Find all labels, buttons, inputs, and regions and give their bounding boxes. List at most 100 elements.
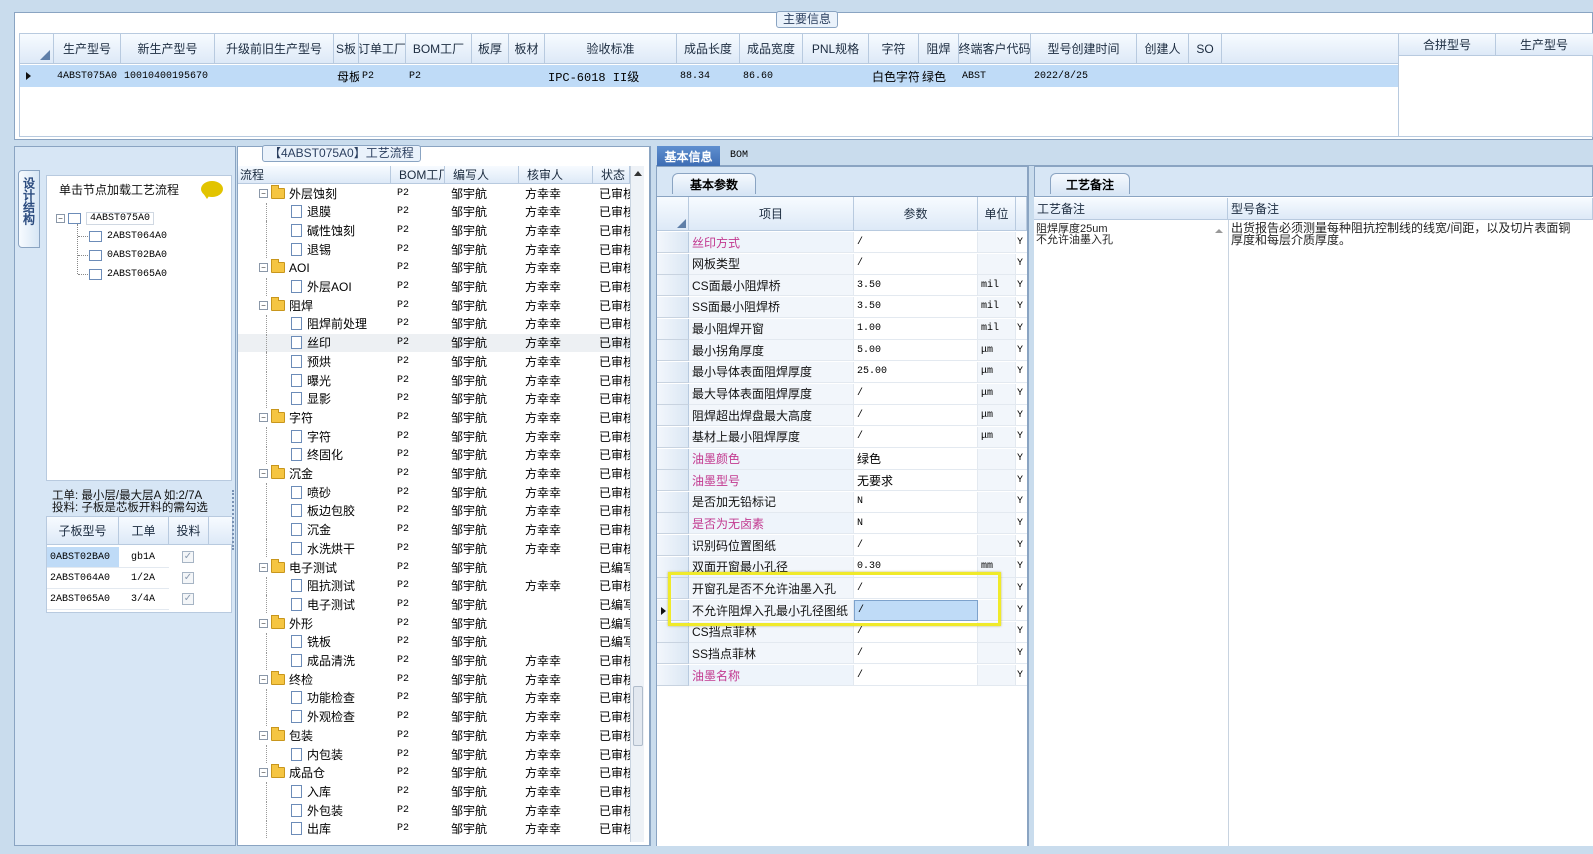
param-value-cell[interactable]: /	[854, 253, 978, 275]
feed-checkbox[interactable]: ✓	[182, 593, 194, 605]
row-cell[interactable]: ABST	[959, 65, 1031, 87]
tree-root[interactable]: − 4ABST075A0	[56, 210, 155, 226]
flow-node[interactable]: 碱性蚀刻	[238, 221, 391, 240]
tree-node[interactable]: 2ABST065A0	[89, 267, 167, 282]
flow-node[interactable]: 功能检查	[238, 688, 391, 707]
flow-node[interactable]: 阻焊前处理	[238, 314, 391, 333]
basic-params-grid[interactable]: 项目 参数 单位 丝印方式 / Y 网板类型 / Y CS面最小阻焊桥 3.50 mil Y SS面最小阻…	[657, 196, 1027, 846]
collapse-icon[interactable]: −	[259, 768, 268, 778]
tab-basic-params[interactable]: 基本参数	[672, 173, 756, 194]
row-cell[interactable]: 2022/8/25	[1031, 65, 1137, 87]
row-cell[interactable]: 86.60	[740, 65, 803, 87]
flow-node[interactable]: − 外层蚀刻	[238, 184, 391, 202]
param-value-cell[interactable]: 3.50	[854, 275, 978, 297]
flow-node[interactable]: 终固化	[238, 445, 391, 464]
collapse-icon[interactable]: −	[259, 469, 268, 478]
param-value-cell[interactable]: /	[854, 426, 978, 448]
flow-node[interactable]: 字符	[238, 427, 391, 446]
flow-node[interactable]: 外层AOI	[238, 277, 391, 296]
flow-node[interactable]: − 成品仓	[238, 764, 391, 782]
sub-board-grid[interactable]: 子板型号 工单 投料 0ABST02BA0 gb1A ✓ 2ABST064A0 1/2A ✓ 2A…	[46, 516, 233, 613]
collapse-icon[interactable]: −	[259, 300, 268, 310]
process-remark-text[interactable]: 阻焊厚度25um 不允许油墨入孔	[1036, 224, 1216, 524]
row-cell[interactable]: P2	[406, 65, 472, 87]
row-cell[interactable]	[215, 65, 334, 87]
flow-node[interactable]: 阻抗测试	[238, 576, 391, 595]
vertical-tab-design-structure[interactable]: 设计结构	[18, 170, 40, 248]
flow-scrollbar[interactable]	[630, 166, 644, 842]
flow-node[interactable]: 外观检查	[238, 707, 391, 726]
merge-model-grid[interactable]: 合拼型号 生产型号	[1398, 33, 1593, 137]
row-cell[interactable]	[472, 65, 509, 87]
flow-node[interactable]: − 阻焊	[238, 296, 391, 314]
flow-node[interactable]: − 包装	[238, 726, 391, 744]
tree-node[interactable]: 0ABST02BA0	[89, 248, 167, 263]
tab-basic-info[interactable]: 基本信息	[657, 146, 720, 166]
row-cell[interactable]	[1137, 65, 1189, 87]
row-cell[interactable]	[509, 65, 545, 87]
flow-node[interactable]: 水洗烘干	[238, 539, 391, 558]
row-cell[interactable]: 绿色	[919, 65, 959, 87]
param-value-cell[interactable]: 绿色	[854, 448, 978, 470]
param-value-cell[interactable]: 3.50	[854, 296, 978, 318]
tab-process-remarks[interactable]: 工艺备注	[1050, 173, 1130, 194]
param-value-cell[interactable]: N	[854, 491, 978, 513]
remark-scroll-up[interactable]	[1215, 229, 1223, 233]
row-cell[interactable]: 母板	[334, 65, 359, 87]
flow-node[interactable]: 电子测试	[238, 595, 391, 614]
left-splitter[interactable]	[232, 490, 236, 550]
tab-bom[interactable]: BOM	[730, 150, 748, 161]
param-value-cell[interactable]: /	[854, 232, 978, 253]
collapse-icon[interactable]: −	[259, 263, 268, 273]
param-value-cell[interactable]: /	[854, 665, 978, 686]
tree-node[interactable]: 2ABST064A0	[89, 229, 167, 244]
main-info-grid[interactable]: 生产型号 新生产型号 升级前旧生产型号 S板 订单工厂 BOM工厂 板厚 板材 验收标准 成品长度…	[19, 33, 1400, 137]
flow-node[interactable]: 外包装	[238, 801, 391, 820]
flow-node[interactable]: − 沉金	[238, 465, 391, 483]
sub-order-cell[interactable]: gb1A	[119, 547, 169, 568]
collapse-icon[interactable]: −	[259, 730, 268, 740]
flow-node[interactable]: 预烘	[238, 352, 391, 371]
param-value-cell[interactable]: 无要求	[854, 470, 978, 492]
flow-node[interactable]: 内包装	[238, 745, 391, 763]
flow-node[interactable]: 退锡	[238, 240, 391, 259]
row-cell[interactable]: 10010400195670	[121, 65, 215, 87]
row-cell[interactable]: 4ABST075A0	[54, 65, 121, 87]
flow-node[interactable]: 出库	[238, 819, 391, 838]
flow-grid[interactable]: 流程BOM工厂编写人核审人状态−外层蚀刻P2邹宇航方幸幸已审核退膜P2邹宇航方幸…	[238, 166, 630, 842]
param-value-cell[interactable]: /	[854, 383, 978, 405]
row-cell[interactable]: IPC-6018 II级	[545, 65, 677, 87]
param-value-cell[interactable]: /	[854, 405, 978, 427]
scroll-thumb[interactable]	[633, 686, 643, 746]
collapse-icon[interactable]: −	[259, 188, 268, 198]
model-remark-text[interactable]: 出货报告必须测量每种阻抗控制线的线宽/间距，以及切片表面铜 厚度和每层介质厚度。	[1231, 222, 1591, 522]
flow-node[interactable]: 铣板	[238, 632, 391, 651]
collapse-icon[interactable]: −	[259, 562, 268, 572]
collapse-icon[interactable]: −	[56, 213, 65, 223]
param-value-cell[interactable]: 5.00	[854, 340, 978, 362]
flow-node[interactable]: − AOI	[238, 259, 391, 277]
collapse-icon[interactable]: −	[259, 674, 268, 684]
flow-node[interactable]: − 外形	[238, 614, 391, 632]
scroll-up-arrow[interactable]	[634, 171, 642, 176]
sub-model-cell[interactable]: 2ABST065A0	[47, 589, 119, 610]
param-value-cell[interactable]: 1.00	[854, 318, 978, 340]
sub-model-cell[interactable]: 0ABST02BA0	[47, 547, 119, 568]
param-value-cell[interactable]: /	[854, 643, 978, 665]
flow-node[interactable]: 板边包胶	[238, 501, 391, 520]
collapse-icon[interactable]: −	[259, 618, 268, 628]
flow-node[interactable]: 显影	[238, 389, 391, 408]
flow-node[interactable]: 曝光	[238, 371, 391, 389]
row-cell[interactable]	[1189, 65, 1222, 87]
sub-model-cell[interactable]: 2ABST064A0	[47, 568, 119, 589]
param-value-cell[interactable]: 25.00	[854, 361, 978, 383]
feed-checkbox[interactable]: ✓	[182, 572, 194, 584]
flow-node[interactable]: 丝印	[238, 333, 391, 352]
row-cell[interactable]: P2	[359, 65, 406, 87]
flow-node[interactable]: − 终检	[238, 670, 391, 688]
flow-node[interactable]: 成品清洗	[238, 651, 391, 670]
param-value-cell[interactable]: N	[854, 513, 978, 535]
flow-node[interactable]: − 字符	[238, 408, 391, 426]
param-value-cell[interactable]: /	[854, 535, 978, 557]
row-cell[interactable]	[803, 65, 869, 87]
